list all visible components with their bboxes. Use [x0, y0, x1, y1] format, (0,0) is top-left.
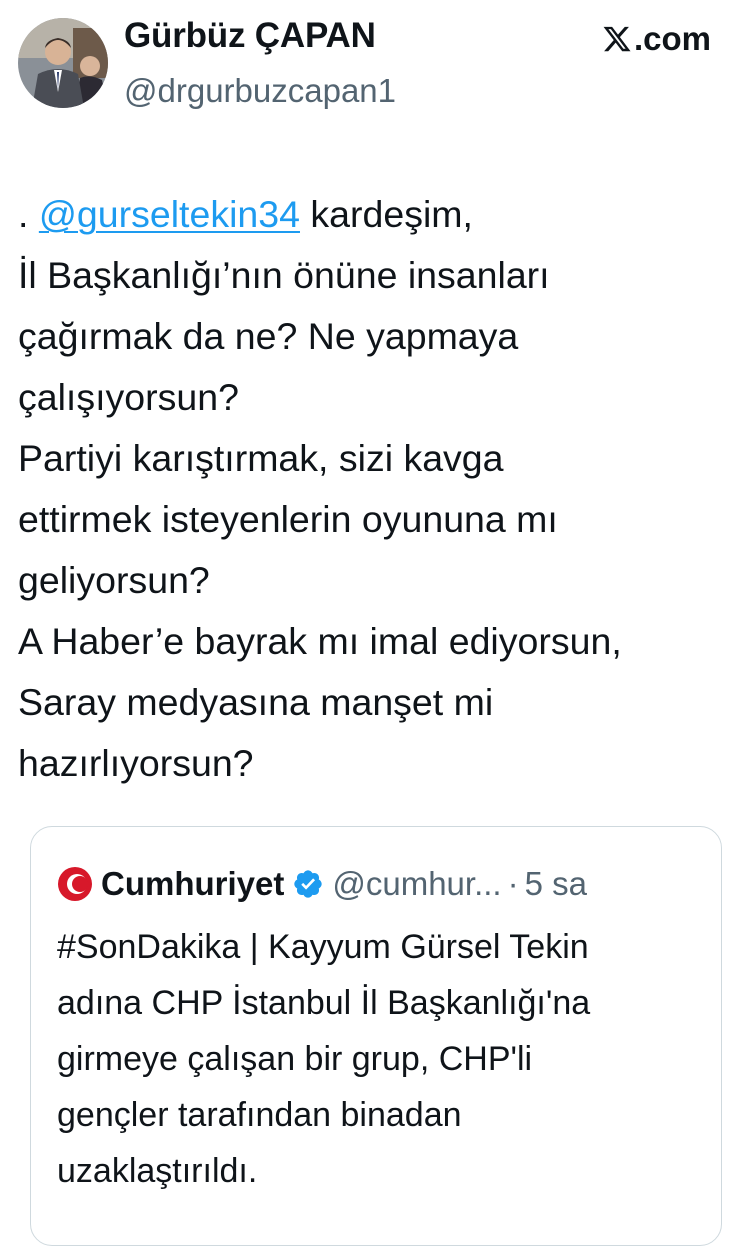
quoted-timestamp[interactable]: 5 sa: [525, 865, 587, 903]
quoted-line: girmeye çalışan bir grup, CHP'li: [57, 1040, 533, 1078]
profile-photo-icon: [18, 18, 108, 108]
tweet-header: Gürbüz ÇAPAN @drgurbuzcapan1 .com: [0, 0, 735, 130]
tweet-line: İl Başkanlığı’nın önüne insanları: [18, 254, 550, 296]
tweet-line-1: . @gurseltekin34 kardeşim,: [18, 184, 718, 245]
quoted-tweet-text: #SonDakika | Kayyum Gürsel Tekin adına C…: [57, 919, 707, 1199]
quoted-author-handle[interactable]: @cumhur...: [332, 865, 501, 903]
tweet-line: çalışıyorsun?: [18, 376, 239, 418]
author-handle[interactable]: @drgurbuzcapan1: [124, 72, 396, 110]
author-display-name[interactable]: Gürbüz ÇAPAN: [124, 16, 376, 56]
tweet-line: A Haber’e bayrak mı imal ediyorsun,: [18, 620, 622, 662]
quoted-line: uzaklaştırıldı.: [57, 1152, 258, 1190]
tweet-line: Partiyi karıştırmak, sizi kavga: [18, 437, 504, 479]
x-com-brand[interactable]: .com: [602, 20, 711, 58]
tweet-line: Saray medyasına manşet mi: [18, 681, 494, 723]
tweet-line: geliyorsun?: [18, 559, 210, 601]
tweet-prefix: .: [18, 193, 39, 235]
quoted-author-name[interactable]: Cumhuriyet: [101, 865, 284, 903]
x-com-label: .com: [633, 20, 711, 57]
tweet-text: . @gurseltekin34 kardeşim, İl Başkanlığı…: [18, 184, 718, 794]
quoted-line: #SonDakika | Kayyum Gürsel Tekin: [57, 928, 589, 966]
verified-badge-icon: [294, 870, 323, 898]
tweet-line: çağırmak da ne? Ne yapmaya: [18, 315, 519, 357]
quoted-line: adına CHP İstanbul İl Başkanlığı'na: [57, 984, 591, 1022]
tweet-line-1-rest: kardeşim,: [299, 193, 473, 235]
separator-dot: ·: [507, 865, 519, 902]
quoted-tweet-header: Cumhuriyet @cumhur... · 5 sa: [57, 863, 587, 905]
quoted-line: gençler tarafından binadan: [57, 1096, 462, 1134]
quoted-tweet-card[interactable]: Cumhuriyet @cumhur... · 5 sa #SonDakika …: [30, 826, 722, 1246]
mention-link[interactable]: @gurseltekin34: [39, 193, 300, 235]
cumhuriyet-logo-icon: [58, 867, 92, 901]
x-logo-icon: [603, 26, 631, 52]
tweet-line: hazırlıyorsun?: [18, 742, 254, 784]
tweet-line: ettirmek isteyenlerin oyununa mı: [18, 498, 558, 540]
author-avatar[interactable]: [18, 18, 108, 108]
